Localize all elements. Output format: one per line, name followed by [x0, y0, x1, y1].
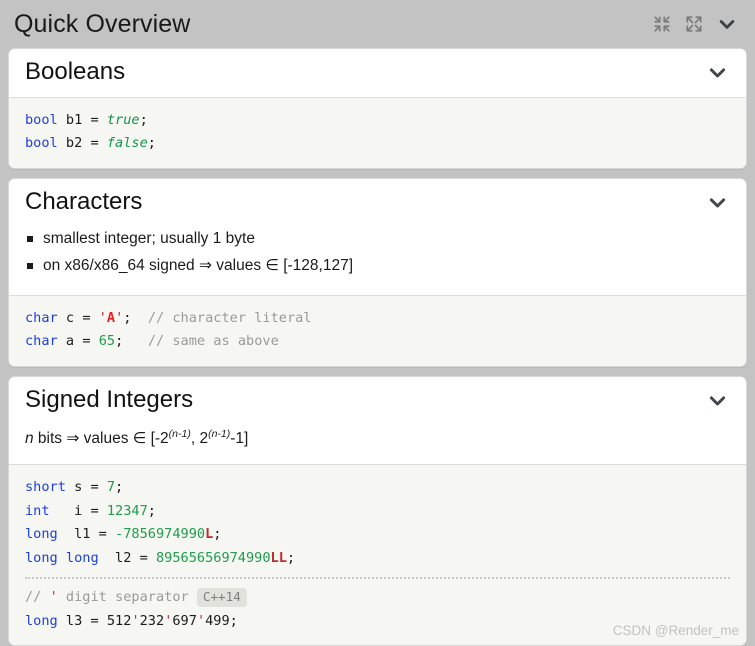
formula-text-3: -1]: [230, 429, 249, 447]
code-block-booleans: bool b1 = true; bool b2 = false;: [9, 96, 746, 168]
section-header-characters[interactable]: Characters: [9, 178, 746, 227]
page-title: Quick Overview: [14, 9, 191, 38]
standard-badge: C++14: [196, 588, 247, 607]
code-line: long l1 = -7856974990L;: [25, 526, 222, 543]
code-line: char c = 'A'; // character literal: [25, 309, 312, 326]
section-title: Characters: [25, 187, 143, 215]
list-item: smallest integer; usually 1 byte: [27, 227, 730, 254]
code-block-signed-integers: short s = 7; int i = 12347; long l1 = -785…: [9, 464, 746, 646]
code-line: long long l2 = 89565656974990LL;: [25, 549, 296, 566]
section-characters: Characters smallest integer; usually 1 b…: [8, 177, 747, 367]
expand-icon[interactable]: [685, 15, 703, 33]
chevron-down-icon[interactable]: [717, 14, 737, 34]
formula-text-2: , 2: [190, 429, 209, 447]
section-booleans: Booleans bool b1 = true; bool b2 = false;: [8, 48, 747, 169]
chevron-down-icon[interactable]: [707, 62, 730, 83]
formula-sup-2: (n-1): [208, 427, 231, 440]
section-header-booleans[interactable]: Booleans: [9, 49, 746, 97]
section-title: Booleans: [25, 58, 126, 85]
formula-variable: n: [25, 429, 34, 447]
chevron-down-icon[interactable]: [707, 192, 730, 213]
section-signed-integers: Signed Integers n bits ⇒ values ∈ [-2(n-…: [8, 375, 747, 646]
section-header-signed-integers[interactable]: Signed Integers: [9, 376, 746, 425]
code-line: short s = 7;: [25, 479, 124, 496]
code-line: bool b1 = true;: [25, 111, 148, 128]
section-stack: Booleans bool b1 = true; bool b2 = false;…: [0, 48, 755, 646]
code-line: long l3 = 512'232'697'499;: [25, 612, 238, 629]
chevron-down-icon[interactable]: [707, 390, 730, 411]
code-line: int i = 12347;: [25, 502, 156, 519]
app-window: Quick Overview Booleans bool b1 = true; …: [0, 0, 755, 646]
code-line: // ' digit separator C++14: [25, 586, 730, 610]
code-line: char a = 65; // same as above: [25, 333, 279, 350]
list-item: on x86/x86_64 signed ⇒ values ∈ [-128,12…: [27, 254, 730, 281]
compress-icon[interactable]: [653, 15, 671, 33]
section-title: Signed Integers: [25, 385, 194, 413]
code-divider: [25, 577, 730, 580]
code-block-characters: char c = 'A'; // character literal char a…: [9, 294, 746, 366]
code-line: bool b2 = false;: [25, 135, 156, 152]
bullet-list-characters: smallest integer; usually 1 byte on x86/…: [9, 227, 746, 295]
window-titlebar: Quick Overview: [0, 0, 755, 48]
titlebar-actions: [653, 14, 741, 34]
formula-sup-1: (n-1): [168, 427, 191, 440]
formula-signed-range: n bits ⇒ values ∈ [-2(n-1), 2(n-1)-1]: [9, 425, 746, 464]
formula-text-1: bits ⇒ values ∈ [-2: [33, 429, 169, 447]
